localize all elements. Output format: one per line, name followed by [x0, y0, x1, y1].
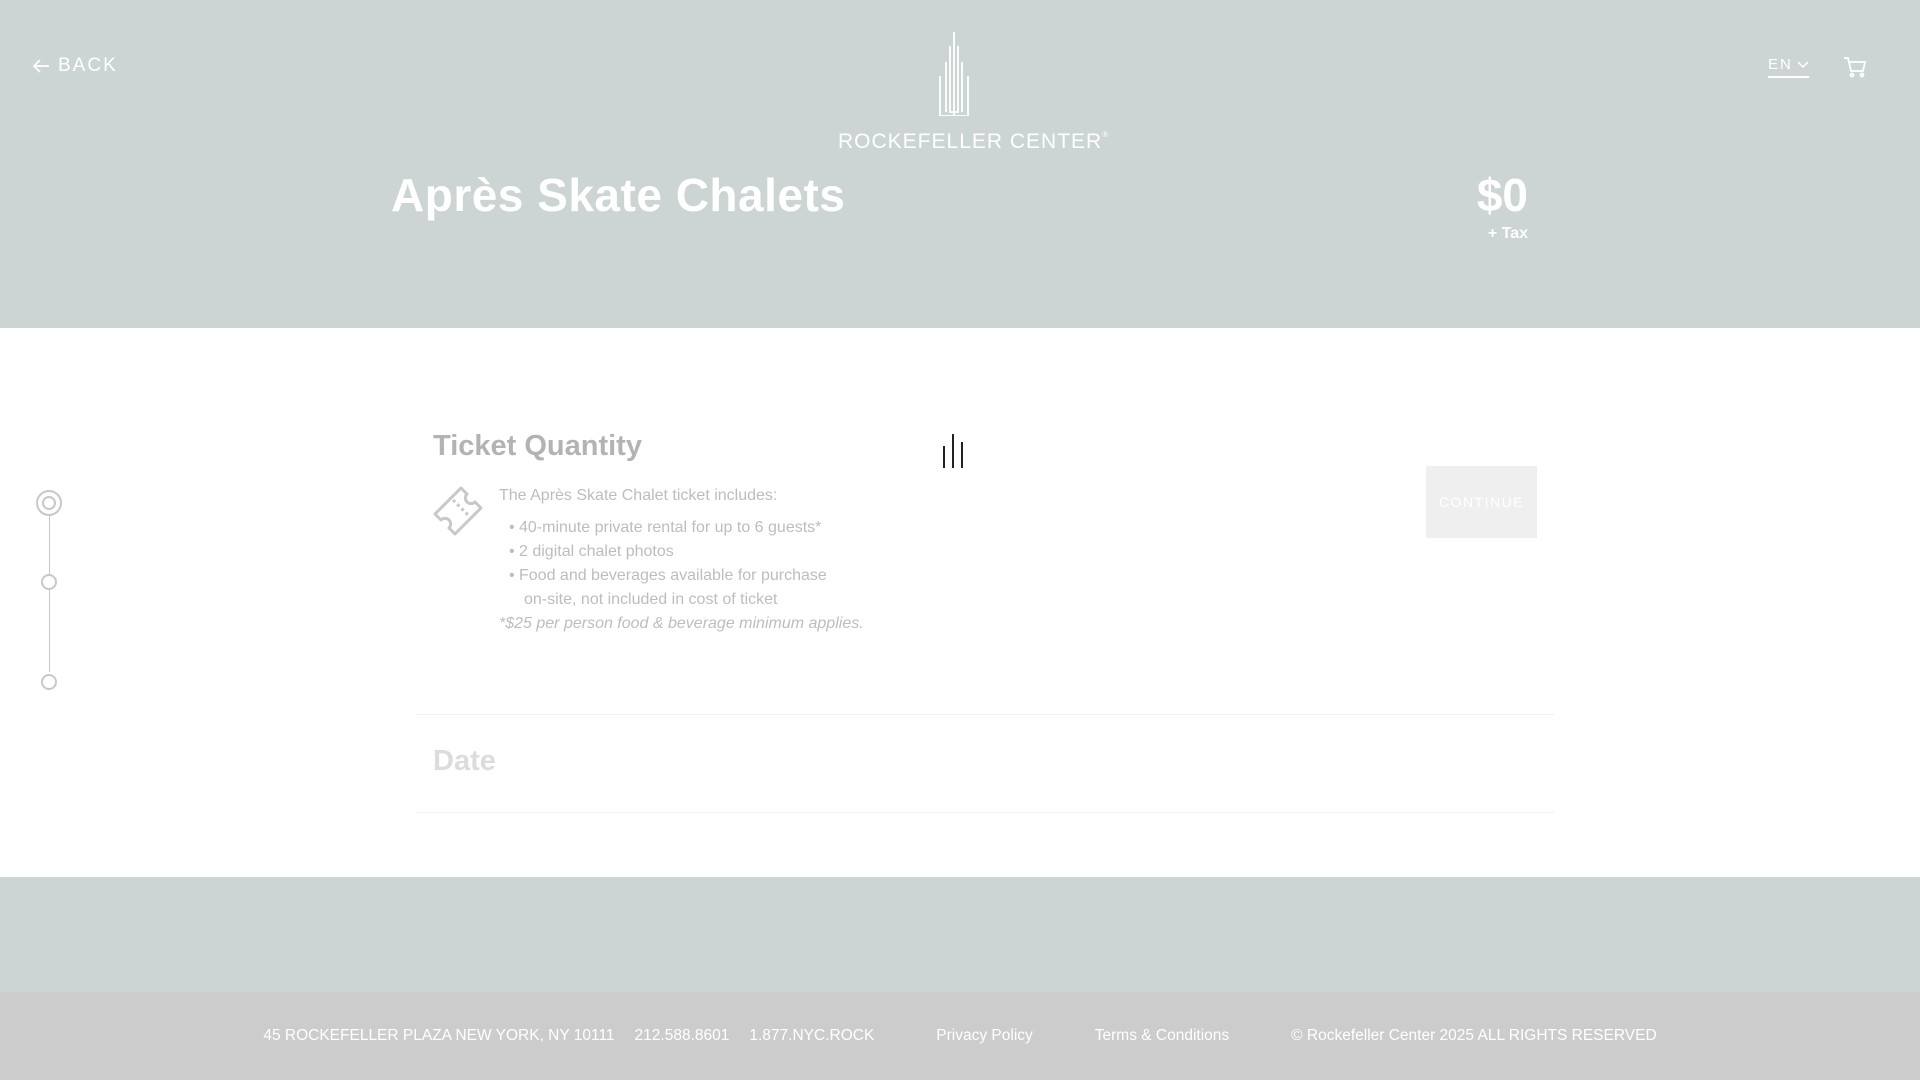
price-tax-note: + Tax: [1487, 225, 1528, 242]
back-arrow-icon: [32, 59, 49, 73]
footer-copyright: © Rockefeller Center 2025 ALL RIGHTS RES…: [1291, 1027, 1657, 1044]
footer-phone-alt[interactable]: 1.877.NYC.ROCK: [749, 1027, 874, 1045]
cart-icon[interactable]: [1843, 56, 1867, 78]
footer-address: 45 ROCKEFELLER PLAZA NEW YORK, NY 10111: [263, 1027, 615, 1044]
language-label: EN: [1768, 56, 1793, 73]
footer-band: [0, 877, 1920, 992]
ticket-note: *$25 per person food & beverage minimum …: [499, 615, 864, 632]
footer-phone[interactable]: 212.588.8601: [635, 1027, 730, 1045]
event-price: $0: [1476, 169, 1528, 221]
list-item: 40-minute private rental for up to 6 gue…: [509, 516, 899, 540]
terms-conditions-link[interactable]: Terms & Conditions: [1095, 1027, 1229, 1045]
ticket-intro: The Après Skate Chalet ticket includes:: [499, 487, 778, 504]
step-indicator-ticket-quantity[interactable]: [36, 490, 62, 516]
section-divider: [416, 812, 1554, 813]
ticket-icon: [433, 486, 483, 536]
ticket-quantity-title: Ticket Quantity: [433, 430, 642, 462]
loading-bars-icon: [943, 434, 963, 468]
list-item: 2 digital chalet photos: [509, 540, 899, 564]
ticket-includes-list: 40-minute private rental for up to 6 gue…: [499, 516, 899, 612]
ticket-description: The Après Skate Chalet ticket includes: …: [499, 484, 899, 636]
logo-wordmark: ROCKEFELLER CENTER®: [838, 130, 1110, 153]
date-title: Date: [433, 745, 496, 777]
step-indicator-date[interactable]: [41, 574, 57, 590]
footer: 45 ROCKEFELLER PLAZA NEW YORK, NY 10111 …: [0, 992, 1920, 1080]
list-item: Food and beverages available for purchas…: [509, 564, 899, 612]
chevron-down-icon: [1797, 60, 1809, 68]
progress-stepper: [36, 490, 64, 696]
hero-header: BACK ROCKEFELLER CENTER® EN Après Skate …: [0, 0, 1920, 328]
continue-button[interactable]: CONTINUE: [1426, 466, 1537, 538]
event-title: Après Skate Chalets: [391, 169, 846, 221]
back-button[interactable]: BACK: [32, 55, 118, 77]
language-selector[interactable]: EN: [1768, 56, 1809, 78]
privacy-policy-link[interactable]: Privacy Policy: [936, 1027, 1032, 1045]
back-label: BACK: [58, 55, 118, 76]
logo[interactable]: ROCKEFELLER CENTER®: [838, 32, 1110, 158]
rockefeller-logo-icon: [939, 32, 969, 116]
section-divider: [416, 714, 1554, 715]
step-indicator-3[interactable]: [41, 674, 57, 690]
